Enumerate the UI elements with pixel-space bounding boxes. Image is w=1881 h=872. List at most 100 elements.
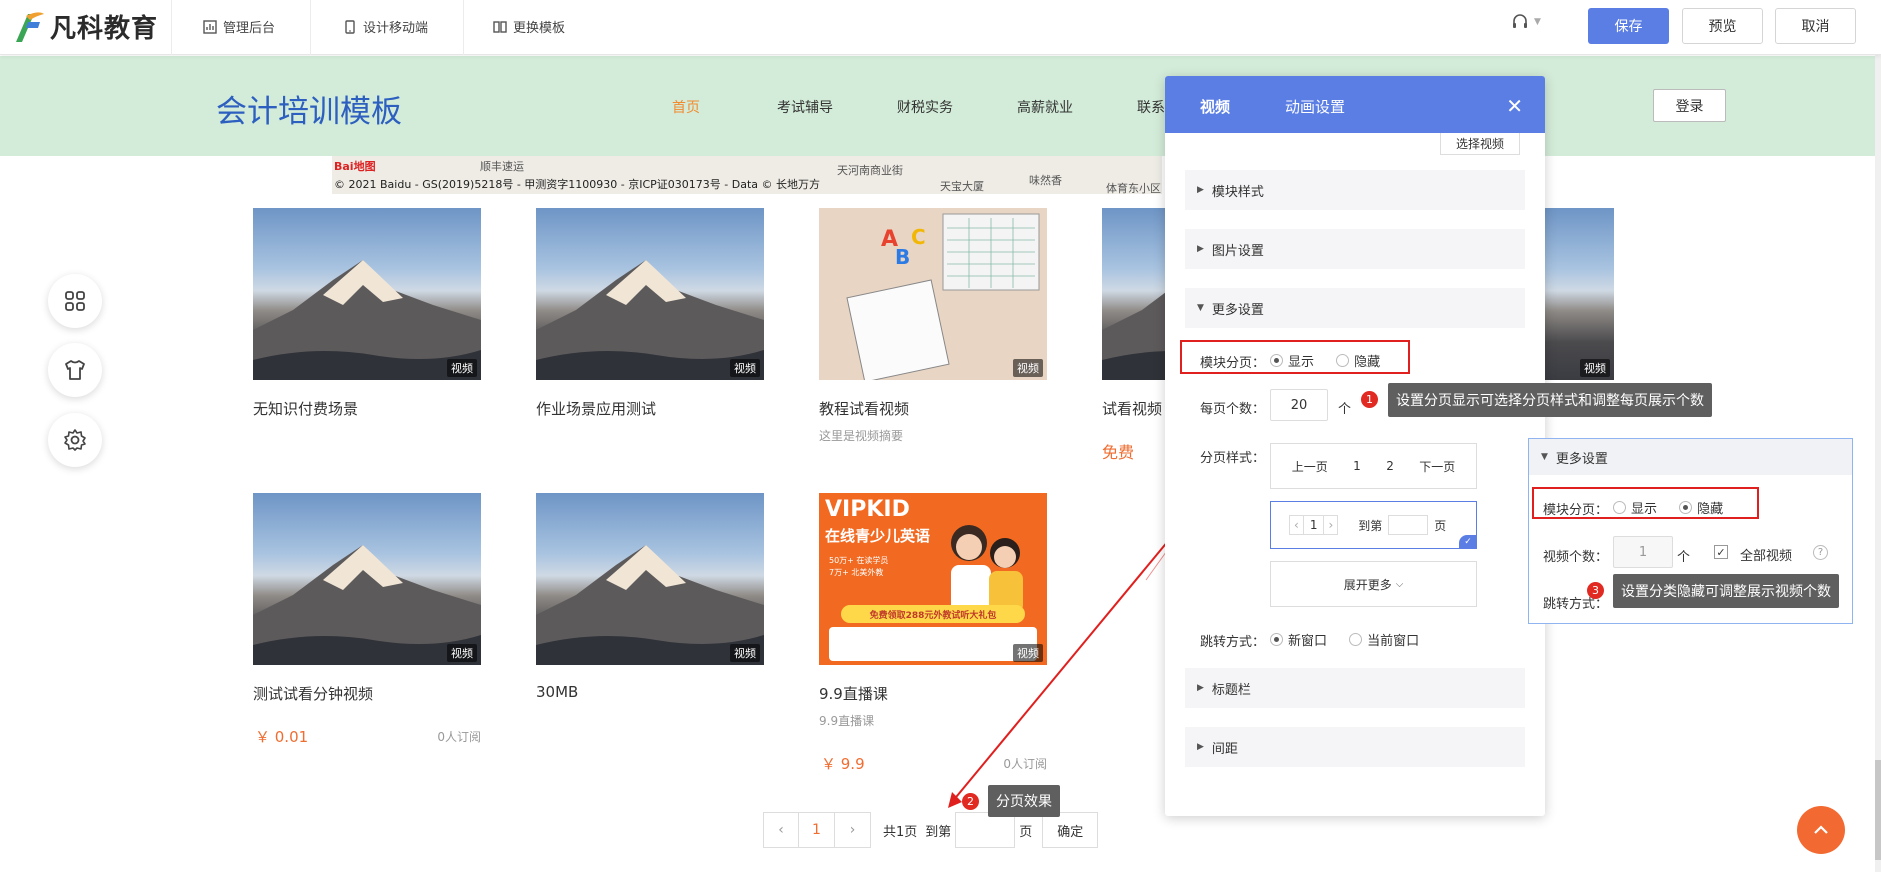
scrollbar-track[interactable]	[1875, 0, 1881, 872]
map-copyright: © 2021 Baidu - GS(2019)5218号 - 甲测资字11009…	[334, 178, 821, 191]
cancel-button[interactable]: 取消	[1775, 8, 1856, 44]
nav-home[interactable]: 首页	[672, 97, 700, 117]
map-logo: Bai地图	[334, 160, 376, 173]
mini-section-header[interactable]: ▼ 更多设置	[1529, 439, 1852, 475]
card-price: ￥ 9.9	[821, 755, 865, 773]
change-template-link[interactable]: 更换模板	[493, 17, 565, 36]
tab-video[interactable]: 视频	[1200, 96, 1231, 135]
video-badge: 视频	[447, 359, 477, 377]
svg-text:B: B	[895, 245, 910, 269]
grid-icon	[65, 291, 85, 311]
save-button[interactable]: 保存	[1588, 8, 1669, 44]
video-badge: 视频	[730, 359, 760, 377]
video-card[interactable]: 视频 30MB	[536, 493, 764, 701]
video-card[interactable]: 视频 无知识付费场景	[253, 208, 481, 419]
paging-style-option-1[interactable]: 上一页 1 2 下一页	[1270, 443, 1477, 489]
current-window-label: 当前窗口	[1367, 634, 1420, 649]
map-label: 天河南商业街	[837, 164, 903, 177]
section-label: 图片设置	[1211, 243, 1264, 259]
expand-more-label: 展开更多	[1343, 577, 1392, 592]
chevron-down-icon: ▼	[1534, 17, 1541, 27]
nav-tax[interactable]: 财税实务	[897, 97, 953, 117]
paging-style-option-2[interactable]: ‹ 1 › 到第 页 ✓	[1270, 501, 1477, 549]
modules-button[interactable]	[48, 274, 102, 328]
nav-exam[interactable]: 考试辅导	[777, 97, 833, 117]
style-next: 下一页	[1419, 459, 1456, 474]
logo-icon	[16, 12, 44, 42]
video-card[interactable]: A B C 视频 教程试看视频 这里是视频摘要	[819, 208, 1047, 444]
login-button[interactable]: 登录	[1653, 89, 1726, 122]
section-title-bar[interactable]: ▶ 标题栏	[1185, 668, 1525, 708]
chevron-right-icon: ▶	[1197, 742, 1204, 752]
style-page: 2	[1386, 459, 1394, 473]
map-label: 味然香	[1029, 174, 1062, 187]
card-title: 作业场景应用测试	[536, 400, 657, 418]
svg-text:C: C	[911, 225, 926, 249]
mini-count-input[interactable]: 1	[1613, 536, 1673, 568]
nav-employment[interactable]: 高薪就业	[1017, 97, 1073, 117]
back-to-top-button[interactable]	[1797, 806, 1845, 854]
card-summary: 这里是视频摘要	[819, 429, 904, 443]
toolbar-divider	[463, 0, 464, 55]
preview-button[interactable]: 预览	[1682, 8, 1763, 44]
chevron-down-icon: ⌵	[1395, 578, 1404, 590]
prev-page-button[interactable]: ‹	[763, 812, 799, 848]
section-module-style[interactable]: ▶ 模块样式	[1185, 170, 1525, 210]
mobile-design-link[interactable]: 设计移动端	[343, 17, 428, 36]
admin-link[interactable]: 管理后台	[203, 17, 275, 36]
annotation-number-1: 1	[1361, 391, 1378, 408]
style2-goto: 到第	[1358, 518, 1383, 533]
scrollbar-thumb[interactable]	[1875, 760, 1881, 860]
style2-unit: 页	[1434, 518, 1447, 533]
support-menu[interactable]: ▼	[1510, 12, 1541, 32]
video-card[interactable]: 试看视频 免费	[1102, 208, 1165, 463]
mini-count-unit: 个	[1677, 550, 1691, 565]
select-video-button[interactable]: 选择视频	[1440, 133, 1520, 155]
close-icon[interactable]: ✕	[1506, 94, 1523, 118]
annotation-number-2: 2	[962, 793, 979, 810]
tab-animation[interactable]: 动画设置	[1285, 96, 1345, 117]
desk-image: A B C	[846, 213, 1040, 380]
theme-button[interactable]	[48, 343, 102, 397]
section-label: 标题栏	[1211, 682, 1251, 698]
section-label: 间距	[1211, 741, 1238, 757]
nav-contact[interactable]: 联系	[1137, 97, 1165, 117]
annotation-highlight	[1532, 487, 1759, 519]
page-total: 共1页	[883, 824, 918, 840]
chevron-down-icon: ▼	[1541, 452, 1548, 462]
vip-line: 7万+ 北美外教	[829, 568, 884, 577]
style-label: 分页样式：	[1200, 451, 1266, 466]
map-strip: Bai地图 顺丰速运 天河南商业街 天宝大厦 味然香 体育东小区 © 2021 …	[332, 156, 1162, 194]
vip-headline: 在线青少儿英语	[825, 527, 931, 545]
map-label: 体育东小区	[1106, 182, 1161, 194]
per-page-unit: 个	[1338, 402, 1352, 417]
expand-more-button[interactable]: 展开更多 ⌵	[1270, 561, 1477, 607]
all-videos-checkbox[interactable]: ✓	[1714, 545, 1728, 559]
section-label: 模块样式	[1211, 184, 1264, 200]
chevron-right-icon: ›	[1324, 515, 1339, 535]
per-page-input[interactable]: 20	[1270, 389, 1328, 421]
section-spacing[interactable]: ▶ 间距	[1185, 727, 1525, 767]
template-icon	[493, 20, 507, 33]
card-subscribers: 0人订阅	[437, 730, 481, 744]
new-window-label: 新窗口	[1288, 634, 1328, 649]
section-image-settings[interactable]: ▶ 图片设置	[1185, 229, 1525, 269]
style2-goto-input	[1388, 515, 1429, 535]
video-thumbnail: 视频	[1545, 208, 1614, 380]
goto-label: 到第	[925, 824, 952, 840]
section-more-settings[interactable]: ▼ 更多设置	[1185, 288, 1525, 328]
vip-line: 50万+ 在读学员	[829, 556, 889, 565]
new-window-radio[interactable]	[1270, 633, 1283, 646]
toolbar-divider	[171, 0, 172, 55]
current-window-radio[interactable]	[1349, 633, 1363, 646]
page-number-button[interactable]: 1	[799, 812, 835, 848]
help-icon[interactable]: ?	[1813, 545, 1828, 560]
annotation-number-3: 3	[1587, 582, 1604, 599]
video-card[interactable]: 视频 测试试看分钟视频 ￥ 0.01 0人订阅	[253, 493, 481, 753]
site-header: 会计培训模板 首页 考试辅导 财税实务 高薪就业 联系 登录	[0, 56, 1881, 156]
video-card[interactable]: 视频 作业场景应用测试	[536, 208, 764, 419]
toolbar-divider	[310, 0, 311, 55]
settings-button[interactable]	[48, 413, 102, 467]
next-page-button[interactable]: ›	[835, 812, 871, 848]
section-label: 更多设置	[1555, 451, 1608, 467]
